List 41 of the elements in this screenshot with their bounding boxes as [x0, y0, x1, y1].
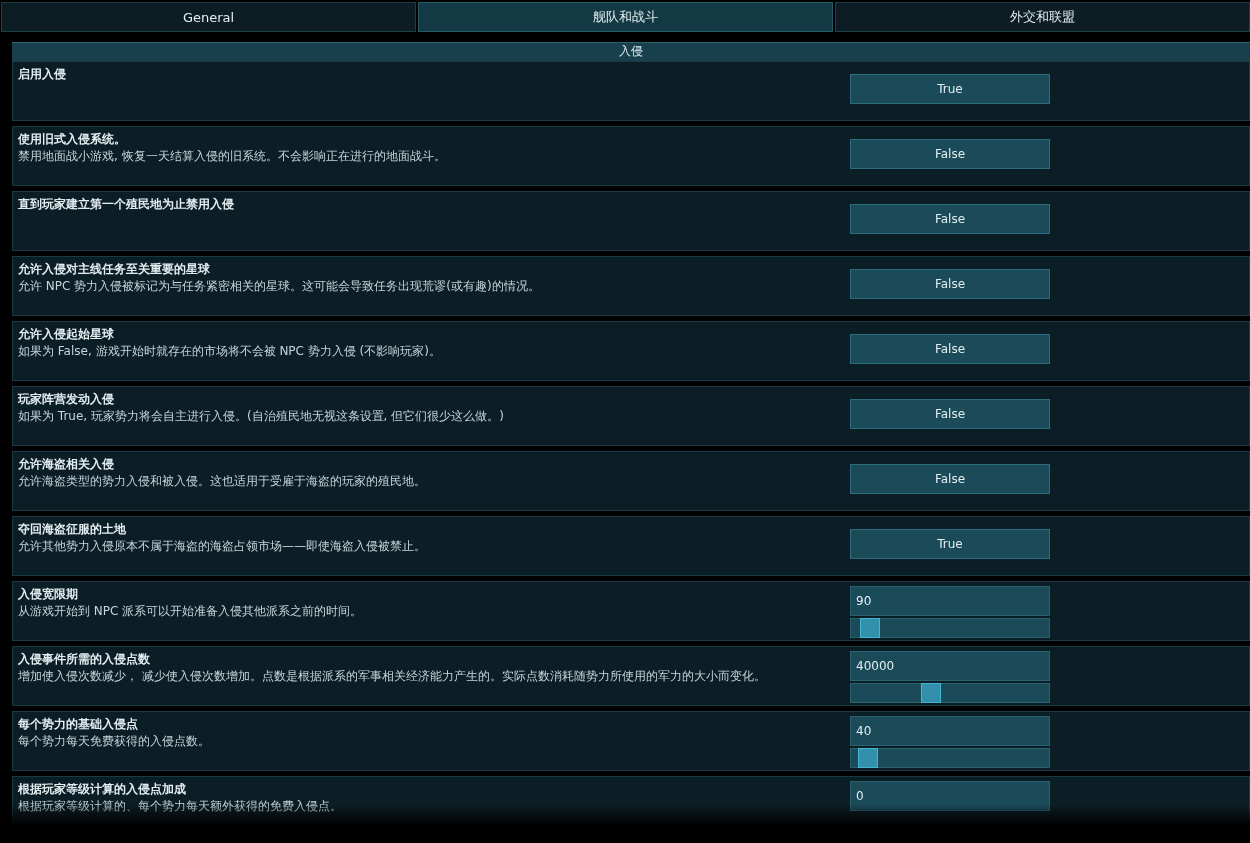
tab[interactable]: 外交和联盟: [835, 2, 1250, 32]
setting-title: 每个势力的基础入侵点: [18, 716, 139, 733]
toggle-button[interactable]: False: [850, 464, 1050, 494]
setting-title: 直到玩家建立第一个殖民地为止禁用入侵: [18, 196, 235, 213]
setting-title: 夺回海盗征服的土地: [18, 521, 127, 538]
tab[interactable]: 舰队和战斗: [418, 2, 833, 32]
setting-description: 如果为 True, 玩家势力将会自主进行入侵。(自治殖民地无视这条设置, 但它们很少这么做。): [18, 408, 505, 425]
setting-description: 允许海盗类型的势力入侵和被入侵。这也适用于受雇于海盗的玩家的殖民地。: [18, 473, 427, 490]
slider-thumb[interactable]: [858, 748, 879, 768]
setting-title: 使用旧式入侵系统。: [18, 131, 127, 148]
toggle-button[interactable]: True: [850, 529, 1050, 559]
setting-description: 每个势力每天免费获得的入侵点数。: [18, 733, 211, 750]
number-field[interactable]: 40000: [850, 651, 1050, 681]
slider-thumb[interactable]: [860, 618, 880, 638]
setting-title: 根据玩家等级计算的入侵点加成: [18, 781, 187, 798]
toggle-button[interactable]: False: [850, 139, 1050, 169]
setting-description: 根据玩家等级计算的、每个势力每天额外获得的免费入侵点。: [18, 798, 343, 815]
toggle-button[interactable]: False: [850, 204, 1050, 234]
number-field[interactable]: 0: [850, 781, 1050, 811]
slider-thumb[interactable]: [921, 683, 942, 703]
toggle-button[interactable]: False: [850, 269, 1050, 299]
setting-title: 入侵宽限期: [18, 586, 79, 603]
setting-description: 允许其他势力入侵原本不属于海盗的海盗占领市场——即使海盗入侵被禁止。: [18, 538, 427, 555]
setting-title: 允许海盗相关入侵: [18, 456, 115, 473]
setting-title: 启用入侵: [18, 66, 67, 83]
setting-description: 如果为 False, 游戏开始时就存在的市场将不会被 NPC 势力入侵 (不影响玩家)。: [18, 343, 442, 360]
setting-description: 增加使入侵次数减少， 减少使入侵次数增加。点数是根据派系的军事相关经济能力产生的。实际点数消耗随势力所使用的军力的大小而变化。: [18, 668, 767, 685]
tab[interactable]: General: [1, 2, 416, 32]
number-field[interactable]: 90: [850, 586, 1050, 616]
setting-description: 允许 NPC 势力入侵被标记为与任务紧密相关的星球。这可能会导致任务出现荒谬(或有趣)的情况。: [18, 278, 541, 295]
toggle-button[interactable]: True: [850, 74, 1050, 104]
number-field[interactable]: 40: [850, 716, 1050, 746]
setting-title: 入侵事件所需的入侵点数: [18, 651, 151, 668]
toggle-button[interactable]: False: [850, 399, 1050, 429]
toggle-button[interactable]: False: [850, 334, 1050, 364]
setting-title: 允许入侵对主线任务至关重要的星球: [18, 261, 211, 278]
setting-description: 从游戏开始到 NPC 派系可以开始准备入侵其他派系之前的时间。: [18, 603, 364, 620]
section-title: 入侵: [619, 44, 643, 58]
setting-title: 允许入侵起始星球: [18, 326, 115, 343]
setting-title: 玩家阵营发动入侵: [18, 391, 115, 408]
setting-description: 禁用地面战小游戏, 恢复一天结算入侵的旧系统。不会影响正在进行的地面战斗。: [18, 148, 447, 165]
